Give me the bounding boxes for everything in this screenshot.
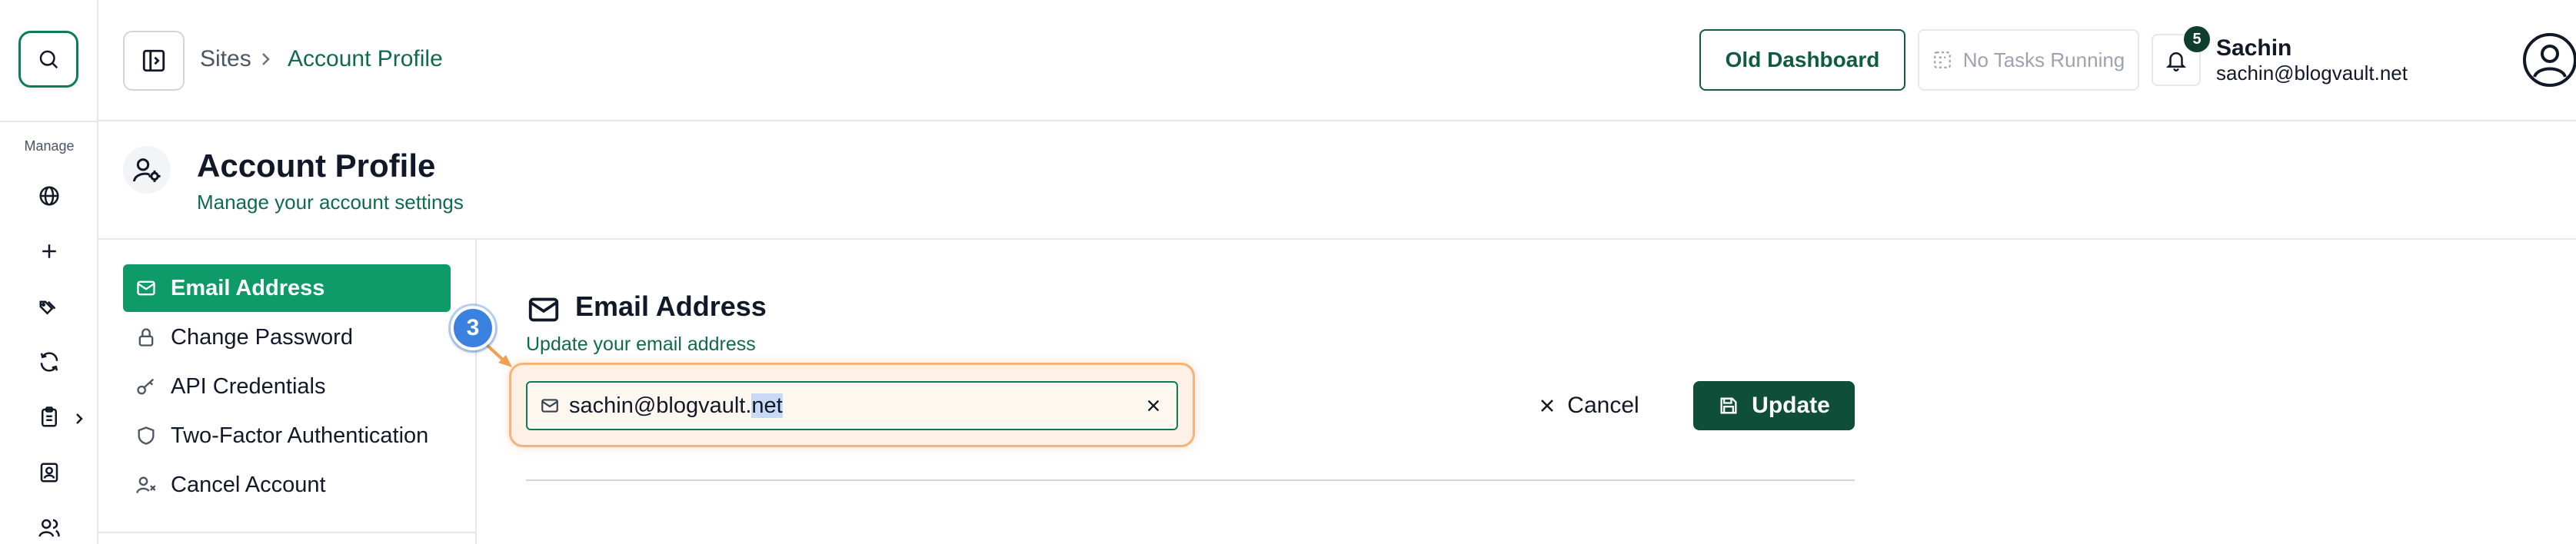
plus-icon — [42, 244, 56, 258]
update-button-label: Update — [1752, 393, 1830, 418]
mail-icon — [528, 297, 559, 322]
rail-divider — [0, 121, 98, 122]
settings-nav-label: Email Address — [171, 275, 325, 300]
tasks-status-label: No Tasks Running — [1962, 48, 2125, 71]
lock-icon — [138, 328, 154, 347]
notification-count-badge: 5 — [2184, 26, 2210, 52]
settings-nav-bottom-divider — [98, 532, 475, 533]
cancel-button-label: Cancel — [1567, 393, 1639, 418]
user-name: Sachin — [2216, 35, 2292, 61]
page-header-icon-wrap — [123, 146, 171, 194]
chevron-right-icon — [76, 413, 83, 424]
cancel-button[interactable]: Cancel — [1527, 381, 1650, 430]
mail-icon — [137, 280, 155, 296]
search-icon — [39, 50, 58, 69]
breadcrumb-chevron-icon — [258, 48, 274, 71]
contact-book-icon — [40, 463, 58, 483]
rail-sites-button[interactable] — [34, 181, 65, 211]
key-icon — [137, 378, 155, 395]
shield-icon — [138, 426, 155, 445]
rail-users-button[interactable] — [34, 512, 65, 543]
settings-nav-password[interactable]: Change Password — [123, 313, 451, 361]
rail-section-label: Manage — [24, 138, 75, 154]
tasks-status-button[interactable]: No Tasks Running — [1918, 29, 2139, 91]
old-dashboard-button[interactable]: Old Dashboard — [1699, 29, 1905, 91]
user-email: sachin@blogvault.net — [2216, 61, 2408, 85]
settings-nav-two-factor[interactable]: Two-Factor Authentication — [123, 412, 451, 459]
email-field-value: sachin@blogvault.net — [569, 393, 783, 419]
email-value-prefix: sachin@blogvault. — [569, 393, 752, 418]
settings-nav-label: Two-Factor Authentication — [171, 423, 429, 448]
page-header-divider — [98, 238, 2576, 240]
update-button[interactable]: Update — [1693, 381, 1855, 430]
tags-icon — [39, 300, 56, 315]
section-title: Email Address — [575, 290, 767, 322]
settings-nav-api-credentials[interactable]: API Credentials — [123, 363, 451, 410]
page-subtitle: Manage your account settings — [197, 191, 464, 214]
clipboard-icon — [42, 406, 57, 427]
settings-nav-label: Cancel Account — [171, 472, 326, 497]
user-circle-icon — [2523, 33, 2576, 87]
clear-input-button[interactable] — [1143, 395, 1164, 416]
top-bar: Sites Account Profile Old Dashboard No T… — [98, 0, 2576, 121]
rail-search-button[interactable] — [18, 31, 78, 88]
globe-icon — [39, 186, 59, 206]
sidebar-toggle-button[interactable] — [123, 31, 185, 91]
avatar[interactable] — [2522, 32, 2576, 88]
close-icon — [1541, 400, 1554, 412]
rail-contacts-button[interactable] — [34, 457, 65, 488]
settings-nav-label: Change Password — [171, 324, 353, 350]
save-icon — [1720, 397, 1737, 414]
user-settings-icon — [132, 158, 161, 182]
user-x-icon — [136, 476, 156, 493]
users-icon — [38, 519, 60, 537]
rail-add-button[interactable] — [34, 236, 65, 267]
rail-tags-button[interactable] — [34, 291, 65, 322]
step-number-badge: 3 — [451, 306, 495, 350]
settings-nav-cancel-account[interactable]: Cancel Account — [123, 461, 451, 509]
mail-icon — [541, 399, 558, 413]
email-value-selection: net — [751, 393, 783, 418]
settings-nav-email[interactable]: Email Address — [123, 264, 451, 312]
task-scan-icon — [1933, 51, 1951, 68]
settings-nav-label: API Credentials — [171, 373, 326, 399]
sidebar-toggle-icon — [142, 49, 165, 72]
section-subtitle: Update your email address — [526, 333, 756, 355]
left-rail: Manage — [0, 0, 98, 544]
breadcrumb-current: Account Profile — [288, 46, 443, 71]
breadcrumb-sites-link[interactable]: Sites — [200, 46, 251, 72]
rail-expand-chevron[interactable] — [71, 407, 88, 430]
rail-reports-button[interactable] — [34, 402, 65, 433]
close-icon — [1147, 400, 1160, 412]
content-divider — [526, 479, 1855, 481]
rail-sync-button[interactable] — [34, 347, 65, 377]
bell-icon — [2165, 52, 2187, 71]
email-field[interactable]: sachin@blogvault.net — [526, 381, 1178, 430]
step-pointer-arrow — [484, 343, 512, 367]
settings-nav-divider — [475, 240, 477, 544]
page-title: Account Profile — [197, 148, 436, 184]
refresh-icon — [40, 352, 58, 372]
